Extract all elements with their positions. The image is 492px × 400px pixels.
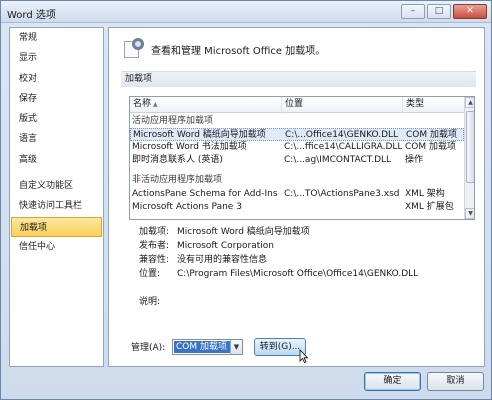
sidebar-item-language[interactable]: 语言 [10, 129, 103, 149]
list-group-active: 活动应用程序加载项 [132, 116, 214, 126]
sidebar-item-customize-ribbon[interactable]: 自定义功能区 [10, 176, 103, 196]
panel-header: 查看和管理 Microsoft Office 加载项。 [123, 38, 325, 60]
panel-header-text: 查看和管理 Microsoft Office 加载项。 [151, 45, 326, 57]
list-group-inactive: 非活动应用程序加载项 [132, 175, 223, 185]
scroll-thumb[interactable] [466, 111, 474, 183]
manage-dropdown-value: COM 加载项 [174, 341, 230, 353]
table-row[interactable]: Microsoft Word 书法加载项 C:\...ffice14\CALLI… [130, 141, 464, 154]
manage-label: 管理(A): [131, 343, 166, 353]
minimize-button[interactable]: – [401, 4, 425, 19]
word-options-dialog: Word 选项 – □ ✕ 常规 显示 校对 保存 版式 语言 高级 自定义功能… [0, 0, 492, 400]
table-row[interactable]: ActionsPane Schema for Add-Ins C:\...TO\… [130, 188, 464, 201]
sidebar-item-display[interactable]: 显示 [10, 48, 103, 68]
options-sidebar: 常规 显示 校对 保存 版式 语言 高级 自定义功能区 快速访问工具栏 加载项 … [9, 27, 104, 367]
addins-section-title: 加载项 [121, 71, 476, 87]
addins-gear-icon [123, 38, 145, 60]
table-row[interactable]: Microsoft Word 稿纸向导加载项 C:\...Office14\GE… [130, 128, 464, 141]
list-scrollbar[interactable]: ▲ ▼ [464, 97, 474, 219]
addins-panel: 查看和管理 Microsoft Office 加载项。 加载项 名称 ▲ 位置 类… [108, 27, 485, 367]
column-header-type[interactable]: 类型 [403, 97, 464, 113]
scroll-down-icon[interactable]: ▼ [465, 208, 474, 219]
sidebar-item-proofing[interactable]: 校对 [10, 69, 103, 89]
ok-button[interactable]: 确定 [364, 372, 421, 391]
cancel-button[interactable]: 取消 [427, 372, 484, 391]
close-button[interactable]: ✕ [453, 4, 487, 19]
list-body: 活动应用程序加载项 Microsoft Word 稿纸向导加载项 C:\...O… [130, 114, 464, 219]
column-header-location[interactable]: 位置 [282, 97, 403, 113]
manage-dropdown[interactable]: COM 加载项 ▼ [172, 339, 243, 355]
column-header-name[interactable]: 名称 ▲ [130, 97, 282, 113]
window-controls: – □ ✕ [401, 4, 487, 20]
chevron-down-icon[interactable]: ▼ [230, 340, 242, 354]
table-row[interactable]: 即时消息联系人 (英语) C:\...ag\IMCONTACT.DLL 操作 [130, 154, 464, 167]
sidebar-item-layout[interactable]: 版式 [10, 109, 103, 129]
sidebar-item-advanced[interactable]: 高级 [10, 150, 103, 170]
sidebar-item-addins[interactable]: 加载项 [11, 216, 102, 237]
scroll-up-icon[interactable]: ▲ [465, 97, 474, 108]
addins-list[interactable]: 名称 ▲ 位置 类型 活动应用程序加载项 Microsoft Word 稿纸向导加… [129, 96, 475, 220]
maximize-button[interactable]: □ [427, 4, 451, 19]
sidebar-item-save[interactable]: 保存 [10, 89, 103, 109]
sidebar-item-quick-access-toolbar[interactable]: 快速访问工具栏 [10, 196, 103, 216]
mouse-pointer-icon [299, 349, 309, 363]
sort-ascending-icon: ▲ [153, 101, 158, 108]
table-row[interactable]: Microsoft Actions Pane 3 XML 扩展包 [130, 201, 464, 214]
list-header: 名称 ▲ 位置 类型 [130, 97, 464, 113]
window-title: Word 选项 [7, 10, 56, 21]
title-bar: Word 选项 – □ ✕ [1, 1, 491, 23]
sidebar-item-general[interactable]: 常规 [10, 28, 103, 48]
sidebar-item-trust-center[interactable]: 信任中心 [10, 237, 103, 257]
